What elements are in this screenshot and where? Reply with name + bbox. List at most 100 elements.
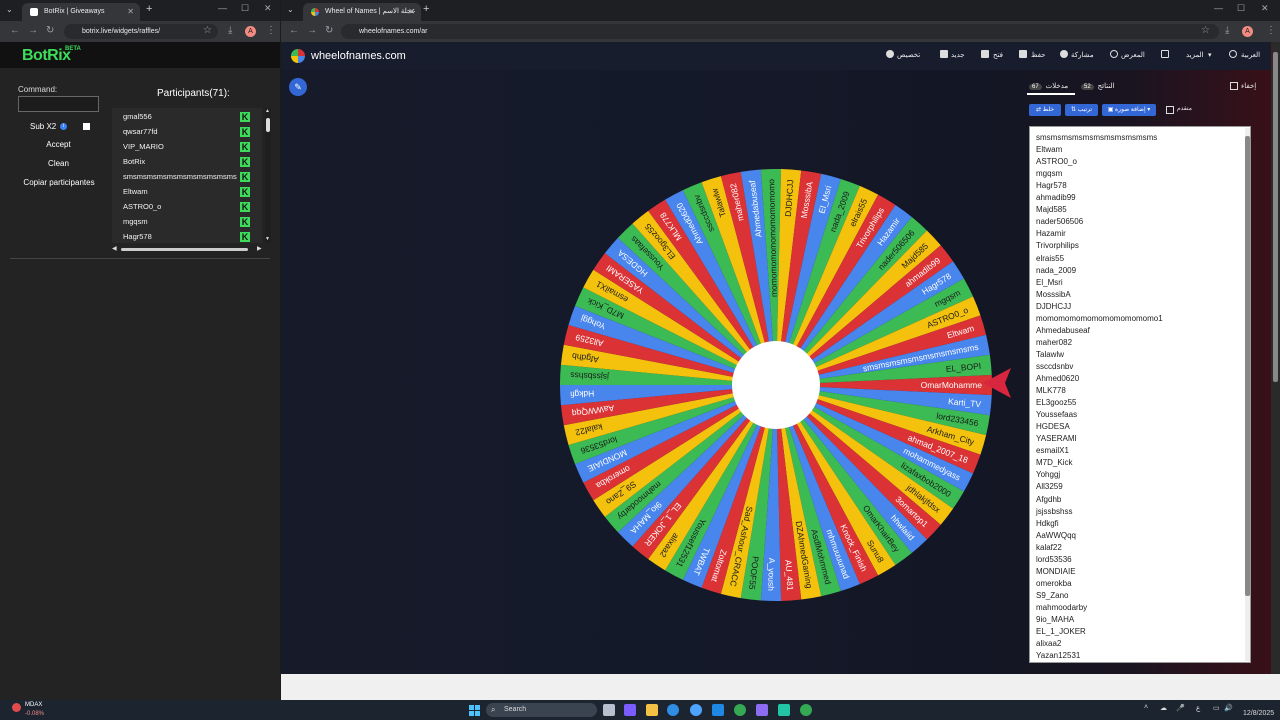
- taskbar-search[interactable]: ⌕ Search: [486, 703, 597, 717]
- entry-line[interactable]: Eltwam: [1036, 144, 1062, 156]
- menu-customize[interactable]: تخصيص: [897, 51, 920, 59]
- entry-line[interactable]: smsmsmsmsmsmsmsmsmsmsms: [1036, 132, 1157, 144]
- participant-row[interactable]: Hagr578: [123, 230, 152, 243]
- participant-row[interactable]: smsmsmsmsmsmsmsmsmsmsms: [123, 170, 237, 183]
- entry-line[interactable]: M7D_Kick: [1036, 457, 1072, 469]
- wheel[interactable]: OmarMohammeKarti_TVlord233456Arkham_City…: [551, 160, 1001, 610]
- entry-line[interactable]: mgqsm: [1036, 168, 1062, 180]
- url-field[interactable]: botrix.live/widgets/raffles/: [64, 24, 218, 39]
- hide-checkbox[interactable]: [1230, 82, 1238, 90]
- scroll-left-icon[interactable]: ◀: [112, 245, 117, 252]
- entry-line[interactable]: DJDHCJJ: [1036, 301, 1071, 313]
- entry-line[interactable]: HGDESA: [1036, 421, 1070, 433]
- entry-line[interactable]: omerokba: [1036, 578, 1072, 590]
- task-view-icon[interactable]: [603, 704, 615, 716]
- tab-results[interactable]: 52 النتائج: [1081, 82, 1115, 90]
- cloud-icon[interactable]: ☁: [1160, 704, 1167, 712]
- download-icon[interactable]: ⤓: [228, 25, 232, 36]
- windows-start-icon[interactable]: [469, 705, 480, 716]
- back-icon[interactable]: ←: [10, 25, 20, 36]
- new-tab-icon[interactable]: +: [423, 3, 429, 15]
- scroll-right-icon[interactable]: ▶: [257, 245, 262, 252]
- entries-scroll-thumb[interactable]: [1245, 136, 1250, 596]
- scroll-up-icon[interactable]: ▲: [265, 108, 270, 114]
- entry-line[interactable]: MLK778: [1036, 385, 1066, 397]
- entry-line[interactable]: jsjssbshss: [1036, 506, 1072, 518]
- tab-entries[interactable]: 67 مدخلات: [1029, 82, 1068, 90]
- mail-icon[interactable]: [712, 704, 724, 716]
- minimize-icon[interactable]: —: [218, 3, 227, 13]
- menu-language[interactable]: العربية: [1241, 51, 1260, 59]
- volume-icon[interactable]: 🔊: [1224, 704, 1233, 712]
- edge-icon[interactable]: [667, 704, 679, 716]
- entry-line[interactable]: maher082: [1036, 337, 1072, 349]
- entry-line[interactable]: Ahmed0620: [1036, 373, 1079, 385]
- scroll-thumb[interactable]: [266, 118, 270, 132]
- avatar[interactable]: A: [1242, 26, 1253, 37]
- entry-line[interactable]: Hagr578: [1036, 180, 1067, 192]
- entry-line[interactable]: Trivorphilips: [1036, 240, 1079, 252]
- participants-scrollbar[interactable]: ▲ ▼: [265, 108, 271, 243]
- sort-button[interactable]: ⇅ ترتيب: [1065, 104, 1098, 116]
- entry-line[interactable]: Youssefaas: [1036, 409, 1077, 421]
- file-explorer-icon[interactable]: [646, 704, 658, 716]
- chrome-icon-2[interactable]: [800, 704, 812, 716]
- wheel-center[interactable]: [732, 341, 820, 429]
- close-window-icon[interactable]: ✕: [1261, 3, 1269, 14]
- participant-row[interactable]: ASTRO0_o: [123, 200, 161, 213]
- entry-line[interactable]: Ahmedabuseaf: [1036, 325, 1090, 337]
- hscroll-thumb[interactable]: [121, 248, 248, 251]
- entry-line[interactable]: ahmadib99: [1036, 192, 1076, 204]
- edit-pencil-icon[interactable]: ✎: [289, 78, 307, 96]
- mic-icon[interactable]: 🎤: [1176, 704, 1185, 712]
- participant-row[interactable]: BotRix: [123, 155, 145, 168]
- entry-line[interactable]: lord53536: [1036, 554, 1072, 566]
- menu-open[interactable]: فتح: [993, 51, 1003, 59]
- entry-line[interactable]: kalaf22: [1036, 542, 1062, 554]
- add-image-button[interactable]: ▣ إضافة صورة ▾: [1102, 104, 1156, 116]
- participants-list[interactable]: gmal556 Kqwsar77fd K VIP_MARIO K BotRix Ksmsms…: [112, 108, 262, 243]
- entry-line[interactable]: MosssibA: [1036, 289, 1071, 301]
- chrome-icon[interactable]: [734, 704, 746, 716]
- tab-wheel[interactable]: Wheel of Names | عجلة الاسم العشوائي ✕: [303, 3, 421, 33]
- entry-line[interactable]: Talawlw: [1036, 349, 1064, 361]
- chevron-up-icon[interactable]: ˄: [1144, 704, 1148, 711]
- maximize-icon[interactable]: ☐: [1237, 3, 1245, 14]
- subx2-checkbox[interactable]: [83, 123, 90, 130]
- entry-line[interactable]: Majd585: [1036, 204, 1067, 216]
- tab-botrix[interactable]: BotRix | Giveaways ✕: [22, 3, 140, 21]
- close-window-icon[interactable]: ✕: [264, 3, 272, 14]
- app-icon[interactable]: [778, 704, 790, 716]
- entry-line[interactable]: nader506506: [1036, 216, 1083, 228]
- participant-row[interactable]: gmal556: [123, 110, 152, 123]
- menu-gallery[interactable]: المعرض: [1121, 51, 1145, 59]
- menu-icon[interactable]: ⋮: [266, 25, 276, 36]
- entry-line[interactable]: mahmoodarby: [1036, 602, 1087, 614]
- discord-icon[interactable]: [756, 704, 768, 716]
- entry-line[interactable]: El_Msri: [1036, 277, 1063, 289]
- menu-new[interactable]: جديد: [951, 51, 965, 59]
- bookmark-icon[interactable]: ☆: [1201, 25, 1210, 36]
- entry-line[interactable]: YASERAMI: [1036, 433, 1077, 445]
- accept-button[interactable]: Accept: [18, 137, 99, 153]
- entry-line[interactable]: momomomomomomomomomomo1: [1036, 313, 1163, 325]
- language-icon[interactable]: ع: [1196, 704, 1200, 712]
- fullscreen-icon[interactable]: [1161, 50, 1169, 58]
- tab-list-icon[interactable]: ⌄: [6, 5, 13, 14]
- entry-line[interactable]: Afgdhb: [1036, 494, 1061, 506]
- copilot-icon[interactable]: [624, 704, 636, 716]
- reload-icon[interactable]: ↻: [46, 25, 54, 36]
- reload-icon[interactable]: ↻: [325, 25, 333, 36]
- copy-participants-button[interactable]: Copiar participantes: [17, 175, 101, 191]
- entries-scrollbar[interactable]: [1245, 128, 1250, 661]
- entry-line[interactable]: EL_1_JOKER: [1036, 626, 1086, 638]
- entry-line[interactable]: Yohggj: [1036, 469, 1060, 481]
- entry-line[interactable]: Yazan12531: [1036, 650, 1080, 662]
- entry-line[interactable]: alixaa2: [1036, 638, 1061, 650]
- entry-line[interactable]: elrais55: [1036, 253, 1064, 265]
- entry-line[interactable]: All3259: [1036, 481, 1063, 493]
- menu-more[interactable]: المزيد: [1186, 51, 1204, 59]
- back-icon[interactable]: ←: [289, 25, 299, 36]
- advanced-checkbox[interactable]: [1166, 106, 1174, 114]
- entry-line[interactable]: ASTRO0_o: [1036, 156, 1077, 168]
